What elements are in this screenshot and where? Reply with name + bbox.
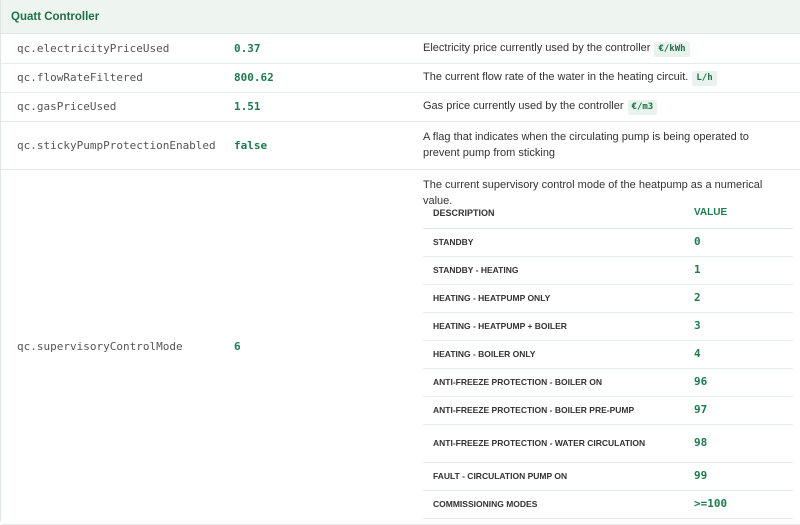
mode-description: COMMISSIONING MODES <box>423 490 684 519</box>
mode-value: 4 <box>684 340 793 369</box>
unit-badge: L/h <box>692 71 717 86</box>
mode-description: ANTI-FREEZE PROTECTION - BOILER PRE-PUMP <box>423 396 684 425</box>
property-description: Gas price currently used by the controll… <box>407 92 800 122</box>
lookup-row: HEATING - HEATPUMP + BOILER 3 <box>423 312 793 341</box>
mode-value: 96 <box>684 368 793 397</box>
lookup-row: COMMISSIONING MODES >=100 <box>423 490 793 519</box>
lookup-row: ANTI-FREEZE PROTECTION - BOILER PRE-PUMP… <box>423 396 793 425</box>
property-name: qc.stickyPumpProtectionEnabled <box>1 121 218 170</box>
column-header-description: DESCRIPTION <box>423 198 684 229</box>
property-description: The current supervisory control mode of … <box>407 169 800 525</box>
lookup-row: STANDBY - HEATING 1 <box>423 256 793 285</box>
mode-value: 0 <box>684 228 793 257</box>
property-description: The current flow rate of the water in th… <box>407 63 800 93</box>
property-name: qc.electricityPriceUsed <box>1 34 218 64</box>
table-row: qc.electricityPriceUsed 0.37 Electricity… <box>1 34 800 64</box>
mode-description: HEATING - HEATPUMP + BOILER <box>423 312 684 341</box>
mode-description: FAULT - CIRCULATION PUMP ON <box>423 462 684 491</box>
table-row: qc.supervisoryControlMode 6 The current … <box>1 169 800 525</box>
table-row: qc.gasPriceUsed 1.51 Gas price currently… <box>1 92 800 122</box>
mode-value: 2 <box>684 284 793 313</box>
property-name: qc.gasPriceUsed <box>1 92 218 122</box>
mode-description: STANDBY - HEATING <box>423 256 684 285</box>
quatt-controller-panel: Quatt Controller qc.electricityPriceUsed… <box>0 0 800 525</box>
unit-badge: €/m3 <box>627 100 658 115</box>
property-value: 6 <box>218 169 407 525</box>
mode-description: ANTI-FREEZE PROTECTION - WATER CIRCULATI… <box>423 424 684 463</box>
property-name: qc.supervisoryControlMode <box>1 169 218 525</box>
mode-value: 98 <box>684 424 793 463</box>
section-title: Quatt Controller <box>1 0 800 34</box>
table-row: qc.flowRateFiltered 800.62 The current f… <box>1 63 800 93</box>
column-header-value: VALUE <box>684 198 793 229</box>
description-text: Electricity price currently used by the … <box>423 41 651 54</box>
lookup-row: HEATING - BOILER ONLY 4 <box>423 340 793 369</box>
mode-value: 97 <box>684 396 793 425</box>
mode-lookup-table: DESCRIPTION VALUE STANDBY 0 STANDBY - HE… <box>423 198 793 519</box>
property-name: qc.flowRateFiltered <box>1 63 218 93</box>
mode-description: STANDBY <box>423 228 684 257</box>
mode-value: >=100 <box>684 490 793 519</box>
property-description: Electricity price currently used by the … <box>407 34 800 64</box>
unit-badge: €/kWh <box>654 41 690 57</box>
properties-table: qc.electricityPriceUsed 0.37 Electricity… <box>1 34 800 525</box>
table-row: qc.stickyPumpProtectionEnabled false A f… <box>1 121 800 170</box>
property-value: 1.51 <box>218 92 407 122</box>
lookup-row: STANDBY 0 <box>423 228 793 257</box>
property-value: false <box>218 121 407 170</box>
property-description: A flag that indicates when the circulati… <box>407 121 800 170</box>
property-value: 800.62 <box>218 63 407 93</box>
mode-value: 1 <box>684 256 793 285</box>
description-text: The current supervisory control mode of … <box>423 178 763 207</box>
lookup-row: ANTI-FREEZE PROTECTION - WATER CIRCULATI… <box>423 424 793 463</box>
mode-description: HEATING - BOILER ONLY <box>423 340 684 369</box>
lookup-row: ANTI-FREEZE PROTECTION - BOILER ON 96 <box>423 368 793 397</box>
description-text: The current flow rate of the water in th… <box>423 71 689 83</box>
property-value: 0.37 <box>218 34 407 64</box>
mode-value: 3 <box>684 312 793 341</box>
mode-description: ANTI-FREEZE PROTECTION - BOILER ON <box>423 368 684 397</box>
lookup-row: HEATING - HEATPUMP ONLY 2 <box>423 284 793 313</box>
lookup-header-row: DESCRIPTION VALUE <box>423 198 793 229</box>
mode-description: HEATING - HEATPUMP ONLY <box>423 284 684 313</box>
description-text: Gas price currently used by the controll… <box>423 100 624 112</box>
mode-value: 99 <box>684 462 793 491</box>
lookup-row: FAULT - CIRCULATION PUMP ON 99 <box>423 462 793 491</box>
